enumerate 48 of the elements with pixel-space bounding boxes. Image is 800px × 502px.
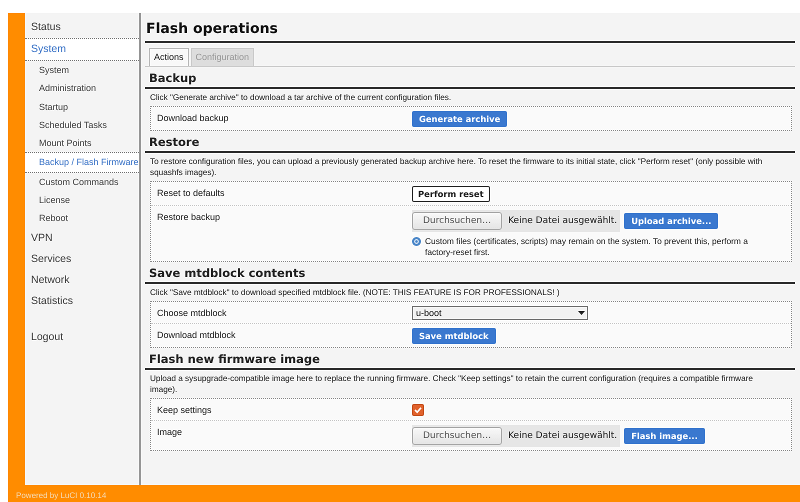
nav-subitem[interactable]: License bbox=[25, 191, 139, 210]
section-description: To restore configuration files, you can upload a previously generated backup archive here. To reset the firmware to its initial state, click "Perform reset" (only possible with squashfs images). bbox=[149, 156, 764, 179]
file-status: Keine Datei ausgewählt. bbox=[508, 431, 618, 441]
section-description: Click "Generate archive" to download a tar archive of the current configuration files. bbox=[149, 92, 452, 104]
page-title: Flash operations bbox=[145, 19, 795, 43]
nav-item[interactable]: VPN bbox=[25, 228, 139, 249]
nav-item[interactable]: Services bbox=[25, 248, 139, 270]
nav-subitem[interactable]: System bbox=[25, 61, 139, 80]
section-heading: Save mtdblock contents bbox=[145, 266, 795, 284]
field-label: Keep settings bbox=[157, 404, 213, 417]
logout-link[interactable]: Logout bbox=[25, 326, 139, 348]
info-icon bbox=[412, 237, 421, 246]
field-label: Image bbox=[157, 426, 184, 439]
tab[interactable]: Actions bbox=[149, 48, 189, 66]
section-description: Upload a sysupgrade-compatible image here to replace the running firmware. Check "Keep settings" to retain the current configuration (requires a compatible firmware image). bbox=[149, 373, 754, 396]
section-description: Click "Save mtdblock" to download specified mtdblock file. (NOTE: THIS FEATURE IS FOR PROFESSIONALS! ) bbox=[149, 287, 561, 299]
action-button[interactable]: Save mtdblock bbox=[412, 328, 496, 344]
nav-subitem[interactable]: Startup bbox=[25, 98, 139, 116]
checkbox[interactable] bbox=[412, 404, 424, 416]
nav-item[interactable]: System bbox=[25, 38, 139, 61]
field-label: Download mtdblock bbox=[157, 329, 237, 342]
nav-subitem[interactable]: Scheduled Tasks bbox=[25, 116, 139, 134]
field-label: Download backup bbox=[157, 112, 230, 125]
action-button[interactable]: Flash image... bbox=[624, 428, 705, 444]
browse-button[interactable]: Durchsuchen… bbox=[412, 427, 502, 445]
field-label: Choose mtdblock bbox=[157, 307, 228, 320]
file-status: Keine Datei ausgewählt. bbox=[508, 216, 618, 226]
nav-subitem[interactable]: Custom Commands bbox=[25, 172, 139, 192]
nav-subitem[interactable]: Mount Points bbox=[25, 134, 139, 152]
action-button[interactable]: Generate archive bbox=[412, 111, 508, 127]
nav-subitem[interactable]: Administration bbox=[25, 79, 139, 98]
nav-item[interactable]: Network bbox=[25, 270, 139, 291]
dropdown[interactable]: u-boot bbox=[412, 306, 588, 320]
footer-text: Powered by LuCI 0.10.14 bbox=[16, 490, 106, 501]
nav-subitem[interactable]: Reboot bbox=[25, 209, 139, 228]
nav-subitem[interactable]: Backup / Flash Firmware bbox=[25, 152, 139, 173]
browse-button[interactable]: Durchsuchen… bbox=[412, 212, 502, 230]
field-label: Restore backup bbox=[157, 211, 222, 224]
section-heading: Backup bbox=[145, 71, 795, 89]
nav-item[interactable]: Statistics bbox=[25, 290, 139, 312]
section-heading: Flash new firmware image bbox=[145, 352, 795, 370]
action-button[interactable]: Upload archive... bbox=[624, 213, 718, 229]
nav-item[interactable]: Status bbox=[25, 17, 139, 38]
hint-text: Custom files (certificates, scripts) may remain on the system. To prevent this, perform a factory-reset first. bbox=[425, 236, 749, 258]
field-label: Reset to defaults bbox=[157, 187, 226, 200]
dropdown-arrow-icon bbox=[578, 311, 585, 315]
action-button[interactable]: Perform reset bbox=[412, 186, 490, 202]
section-heading: Restore bbox=[145, 135, 795, 153]
